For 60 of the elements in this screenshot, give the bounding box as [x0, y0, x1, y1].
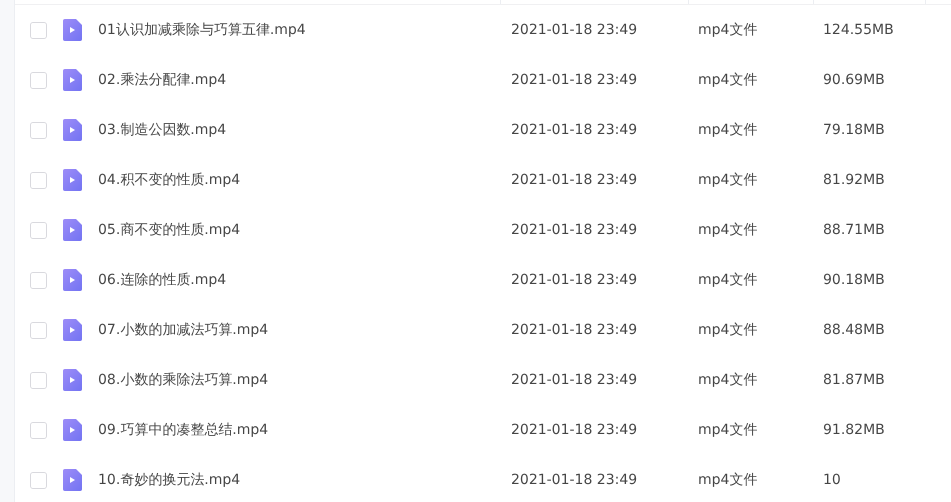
file-name[interactable]: 08.小数的乘除法巧算.mp4	[98, 372, 268, 388]
file-type: mp4文件	[698, 22, 758, 38]
checkbox[interactable]	[30, 472, 47, 488]
file-name[interactable]: 01认识加减乘除与巧算五律.mp4	[98, 22, 306, 38]
modified-date: 2021-01-18 23:49	[511, 72, 638, 88]
modified-date: 2021-01-18 23:49	[511, 372, 638, 388]
modified-date: 2021-01-18 23:49	[511, 22, 638, 38]
modified-date: 2021-01-18 23:49	[511, 322, 638, 338]
modified-date: 2021-01-18 23:49	[511, 422, 638, 438]
checkbox[interactable]	[30, 122, 47, 138]
video-file-icon	[63, 269, 82, 291]
file-type: mp4文件	[698, 72, 758, 88]
video-file-icon	[63, 19, 82, 41]
file-type: mp4文件	[698, 472, 758, 488]
file-name[interactable]: 10.奇妙的换元法.mp4	[98, 472, 240, 488]
checkbox[interactable]	[30, 222, 47, 238]
checkbox[interactable]	[30, 322, 47, 338]
checkbox[interactable]	[30, 22, 47, 38]
modified-date: 2021-01-18 23:49	[511, 172, 638, 188]
video-file-icon	[63, 169, 82, 191]
file-name[interactable]: 05.商不变的性质.mp4	[98, 222, 240, 238]
video-file-icon	[63, 319, 82, 341]
file-name[interactable]: 02.乘法分配律.mp4	[98, 72, 226, 88]
file-size: 81.87MB	[823, 372, 885, 388]
modified-date: 2021-01-18 23:49	[511, 472, 638, 488]
modified-date: 2021-01-18 23:49	[511, 272, 638, 288]
file-size: 90.18MB	[823, 272, 885, 288]
file-name[interactable]: 04.积不变的性质.mp4	[98, 172, 240, 188]
file-size: 88.71MB	[823, 222, 885, 238]
video-file-icon	[63, 419, 82, 441]
file-size: 124.55MB	[823, 22, 894, 38]
modified-date: 2021-01-18 23:49	[511, 122, 638, 138]
file-size: 79.18MB	[823, 122, 885, 138]
file-name[interactable]: 09.巧算中的凑整总结.mp4	[98, 422, 268, 438]
file-type: mp4文件	[698, 322, 758, 338]
file-size: 88.48MB	[823, 322, 885, 338]
file-size: 91.82MB	[823, 422, 885, 438]
checkbox[interactable]	[30, 72, 47, 88]
file-type: mp4文件	[698, 172, 758, 188]
video-file-icon	[63, 69, 82, 91]
file-name[interactable]: 06.连除的性质.mp4	[98, 272, 226, 288]
video-file-icon	[63, 369, 82, 391]
checkbox[interactable]	[30, 422, 47, 438]
file-type: mp4文件	[698, 222, 758, 238]
file-name[interactable]: 03.制造公因数.mp4	[98, 122, 226, 138]
file-size: 10	[823, 472, 841, 488]
checkbox[interactable]	[30, 172, 47, 188]
checkbox[interactable]	[30, 372, 47, 388]
file-type: mp4文件	[698, 122, 758, 138]
file-name[interactable]: 07.小数的加减法巧算.mp4	[98, 322, 268, 338]
video-file-icon	[63, 469, 82, 491]
file-type: mp4文件	[698, 372, 758, 388]
file-size: 90.69MB	[823, 72, 885, 88]
modified-date: 2021-01-18 23:49	[511, 222, 638, 238]
video-file-icon	[63, 219, 82, 241]
file-size: 81.92MB	[823, 172, 885, 188]
file-type: mp4文件	[698, 422, 758, 438]
checkbox[interactable]	[30, 272, 47, 288]
video-file-icon	[63, 119, 82, 141]
file-type: mp4文件	[698, 272, 758, 288]
